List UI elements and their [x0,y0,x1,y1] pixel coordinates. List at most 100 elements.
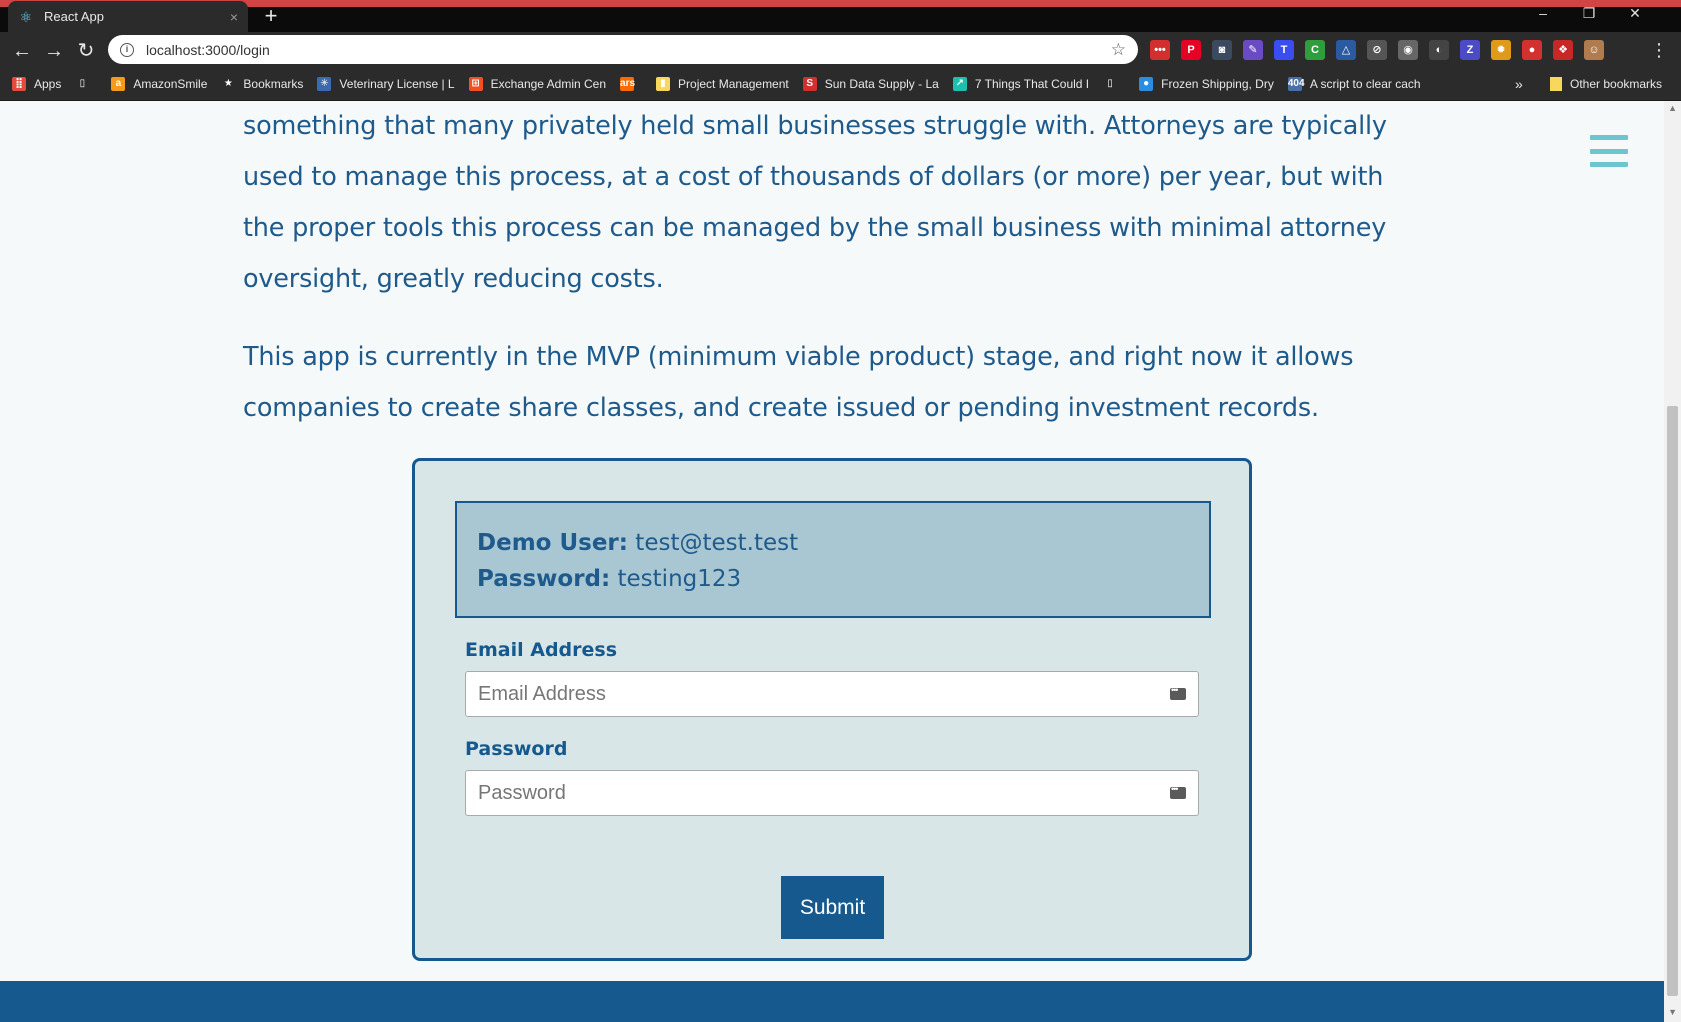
bookmark-icon: ★ [221,77,236,91]
tab-title: React App [44,9,104,24]
bookmark-label: Apps [34,77,62,91]
submit-button[interactable]: Submit [781,876,884,939]
ext-red-dots[interactable]: ••• [1150,40,1170,60]
bookmark-label: Bookmarks [243,77,304,91]
scroll-down-icon[interactable]: ▼ [1668,1007,1677,1017]
demo-user-line: Demo User: test@test.test [477,525,1189,561]
bookmark-icon: S [802,77,817,91]
browser-tab-bar: ⚛ React App × + – ❐ ✕ [0,0,1681,32]
password-field-wrapper[interactable] [465,770,1199,816]
camera-icon[interactable]: ◉ [1398,40,1418,60]
info-icon[interactable]: i [120,42,134,57]
bookmark-item[interactable]: ★ Bookmarks [221,77,303,91]
react-icon: ⚛ [19,8,33,25]
bookmark-icon: 404 [1287,77,1305,91]
address-url[interactable]: localhost:3000/login [146,42,1111,58]
demo-user-label: Demo User: [477,530,628,556]
cors-icon[interactable]: C [1305,40,1325,60]
minimize-button[interactable]: – [1520,0,1566,28]
bookmark-label: Sun Data Supply - La [824,77,939,91]
email-field[interactable] [478,682,1170,706]
vertical-scrollbar[interactable]: ▲ ▼ [1664,101,1681,1022]
bookmark-label: A script to clear cach [1309,77,1421,91]
browser-tab[interactable]: ⚛ React App × [8,1,248,32]
window-top-accent [0,0,1681,7]
login-form-card: Demo User: test@test.test Password: test… [412,458,1252,961]
ext-blue-t[interactable]: T [1274,40,1294,60]
bookmark-item[interactable]: ● Frozen Shipping, Dry [1139,77,1274,91]
bookmarks-bar: ⣿ Apps ▯ a AmazonSmile ★ Bookmarks ✳ Veterinary … [0,68,1681,101]
bookmark-icon: ars [620,77,636,91]
restore-button[interactable]: ❐ [1566,0,1612,28]
ext-orange-gear[interactable]: ✹ [1491,40,1511,60]
bookmark-icon: ✳ [317,77,332,91]
bookmark-item[interactable]: 404 A script to clear cach [1287,77,1421,91]
bookmark-item[interactable]: ✳ Veterinary License | L [317,77,455,91]
bookmark-icon: ⊞ [468,77,483,91]
bookmark-label: Frozen Shipping, Dry [1161,77,1274,91]
intro-text: something that many privately held small… [243,101,1413,434]
bookmark-label: Project Management [678,77,789,91]
bookmark-icon: ⣿ [12,77,26,91]
demo-user-value: test@test.test [635,530,799,556]
password-label: Password [465,738,568,760]
bookmark-icon: ▯ [1103,77,1118,91]
back-button[interactable]: ← [8,37,36,65]
extensions-bar: ••• P ◙ ✎ T C △ ⊘ ◉ ◐ Z ✹ ● ❖ ☺ [1150,40,1604,60]
password-field[interactable] [478,781,1170,805]
close-window-button[interactable]: ✕ [1612,0,1658,28]
demo-password-line: Password: testing123 [477,561,1189,597]
password-manager-icon[interactable] [1170,685,1186,700]
bookmark-item[interactable]: ⊞ Exchange Admin Cen [468,77,607,91]
pinterest-icon[interactable]: P [1181,40,1201,60]
scrollbar-thumb[interactable] [1667,406,1678,996]
bookmark-item[interactable]: ▯ [75,77,97,91]
forward-button[interactable]: → [40,37,68,65]
bookmark-icon: ▯ [75,77,90,91]
hamburger-menu-icon[interactable] [1590,135,1628,167]
page-viewport: something that many privately held small… [0,101,1681,1022]
new-tab-button[interactable]: + [258,3,284,29]
browser-toolbar: ← → ↻ i localhost:3000/login ☆ ••• P ◙ ✎ T C △… [0,32,1681,68]
other-bookmarks[interactable]: Other bookmarks [1550,68,1662,100]
bookmark-star-icon[interactable]: ☆ [1111,40,1126,60]
bookmark-item[interactable]: ars [620,77,642,91]
demo-password-value: testing123 [617,566,742,592]
bookmark-label: 7 Things That Could I [974,77,1090,91]
bookmarks-more-icon[interactable]: » [1515,76,1523,92]
demo-password-label: Password: [477,566,611,592]
bookmark-icon: ▮ [656,77,671,91]
bookmark-icon: ● [1139,77,1154,91]
ext-grey-square[interactable]: ◙ [1212,40,1232,60]
bookmark-item[interactable]: S Sun Data Supply - La [802,77,939,91]
intro-paragraph-2: This app is currently in the MVP (minimu… [243,342,1354,423]
ext-red-circle[interactable]: ● [1522,40,1542,60]
bookmark-item[interactable]: ↗ 7 Things That Could I [952,77,1090,91]
ext-gear-grey[interactable]: ⊘ [1367,40,1387,60]
password-manager-icon[interactable] [1170,784,1186,799]
bookmark-item[interactable]: ⣿ Apps [12,77,61,91]
ext-z[interactable]: Z [1460,40,1480,60]
email-label: Email Address [465,639,618,661]
reload-button[interactable]: ↻ [72,37,100,65]
bookmark-label: Exchange Admin Cen [490,77,607,91]
page-footer [0,981,1664,1022]
address-bar[interactable]: i localhost:3000/login ☆ [108,35,1138,64]
demo-credentials-box: Demo User: test@test.test Password: test… [455,501,1211,618]
bookmark-item[interactable]: a AmazonSmile [111,77,207,91]
bookmark-label: Veterinary License | L [339,77,455,91]
bookmark-item[interactable]: ▮ Project Management [656,77,789,91]
triangle-icon[interactable]: △ [1336,40,1356,60]
contrast-icon[interactable]: ◐ [1429,40,1449,60]
ext-red-gift[interactable]: ❖ [1553,40,1573,60]
bookmark-icon: a [111,77,126,91]
other-bookmarks-label: Other bookmarks [1570,77,1663,91]
bookmark-icon: ↗ [952,77,967,91]
scroll-up-icon[interactable]: ▲ [1668,103,1677,113]
browser-menu-icon[interactable]: ⋮ [1650,38,1668,62]
email-field-wrapper[interactable] [465,671,1199,717]
pen-icon[interactable]: ✎ [1243,40,1263,60]
tab-close-icon[interactable]: × [230,9,238,25]
profile-avatar[interactable]: ☺ [1584,40,1604,60]
bookmark-item[interactable]: ▯ [1103,77,1125,91]
